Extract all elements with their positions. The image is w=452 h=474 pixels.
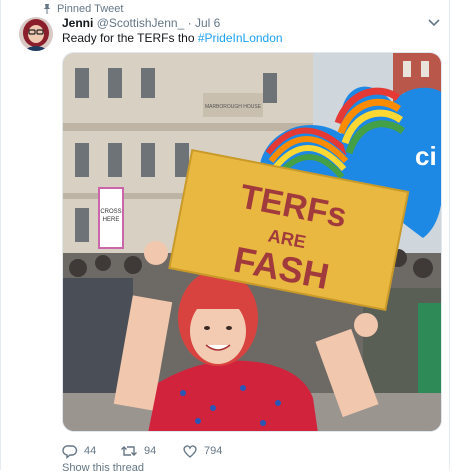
tweet-photo[interactable]: MARBOROUGH HOUSE ci CROSS HERE TERFs ARE… — [62, 52, 442, 432]
show-thread-link[interactable]: Show this thread — [62, 462, 144, 474]
tweet-actions: 44 94 794 — [62, 442, 422, 460]
tweet-text: Ready for the TERFs tho #PrideInLondon — [62, 31, 283, 45]
tweet-date[interactable]: Jul 6 — [195, 16, 220, 30]
heart-icon — [183, 445, 197, 458]
tweet-header: Jenni @ScottishJenn_ · Jul 6 — [62, 16, 220, 30]
pin-icon — [43, 4, 51, 14]
pinned-label: Pinned Tweet — [57, 3, 124, 15]
building-sign: MARBOROUGH HOUSE — [205, 104, 262, 110]
tweet-body: Ready for the TERFs tho — [62, 31, 198, 45]
separator-dot: · — [187, 16, 192, 30]
hashtag-link[interactable]: #PrideInLondon — [198, 31, 283, 45]
reply-icon — [62, 445, 78, 459]
placard-line-2: HERE — [103, 217, 120, 223]
retweet-count: 94 — [144, 445, 157, 457]
retweet-button[interactable]: 94 — [120, 442, 156, 460]
like-count: 794 — [204, 445, 223, 457]
like-button[interactable]: 794 — [182, 442, 222, 460]
reply-button[interactable]: 44 — [62, 442, 96, 460]
tweet-card[interactable]: Pinned Tweet Jenni @ScottishJenn_ · Jul … — [0, 0, 450, 474]
balloon-text: ci — [415, 141, 437, 171]
user-handle[interactable]: @ScottishJenn_ — [97, 16, 185, 30]
reply-count: 44 — [84, 445, 97, 457]
placard-line-1: CROSS — [100, 209, 121, 215]
display-name[interactable]: Jenni — [62, 16, 93, 30]
avatar[interactable] — [19, 17, 53, 51]
retweet-icon — [121, 446, 137, 456]
chevron-down-icon[interactable] — [427, 18, 441, 28]
